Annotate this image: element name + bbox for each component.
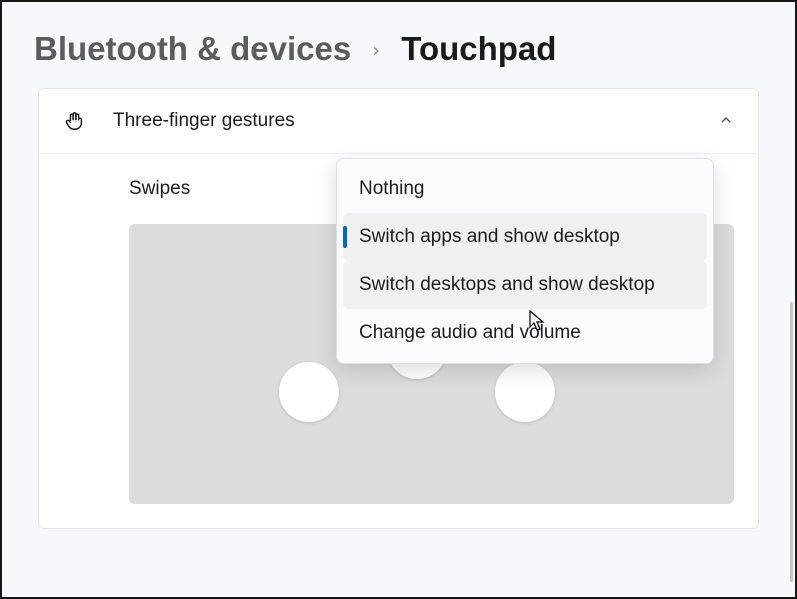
hand-icon: [63, 109, 87, 133]
breadcrumb-current: Touchpad: [401, 30, 556, 68]
breadcrumb-parent[interactable]: Bluetooth & devices: [34, 30, 351, 68]
chevron-right-icon: [369, 34, 383, 65]
swipes-dropdown[interactable]: Nothing Switch apps and show desktop Swi…: [336, 158, 714, 364]
three-finger-gestures-header[interactable]: Three-finger gestures: [39, 89, 758, 154]
swipes-label: Swipes: [129, 178, 190, 199]
finger-dot: [495, 362, 555, 422]
section-title: Three-finger gestures: [113, 110, 718, 132]
scrollbar[interactable]: [790, 302, 793, 582]
finger-dot: [279, 362, 339, 422]
dropdown-option-nothing[interactable]: Nothing: [343, 165, 707, 213]
dropdown-option-switch-apps[interactable]: Switch apps and show desktop: [343, 213, 707, 261]
dropdown-option-switch-desktops[interactable]: Switch desktops and show desktop: [343, 261, 707, 309]
chevron-up-icon: [718, 112, 734, 131]
dropdown-option-audio-volume[interactable]: Change audio and volume: [343, 309, 707, 357]
breadcrumb: Bluetooth & devices Touchpad: [2, 2, 795, 88]
